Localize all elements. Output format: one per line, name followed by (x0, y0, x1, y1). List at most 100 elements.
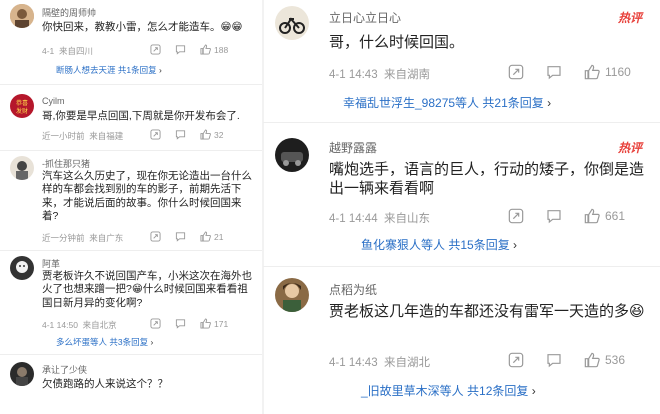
reply-summary[interactable]: 鱼化寨狠人等人 共15条回复 › (361, 236, 517, 253)
comment-item: 点稻为纸 贾老板这几年造的车都还没有雷军一天造的多😆 4-1 14:43 来自湖… (263, 272, 660, 414)
comment-button[interactable] (175, 318, 186, 329)
comment-item: 隔壁的周师帅 你快回来，教教小雷，怎么才能造车。😁😁 4-1 来自四川 188 … (0, 0, 263, 84)
comment-item: 立日心立日心 热评 哥，什么时候回国。 4-1 14:43 来自湖南 1160 … (263, 0, 660, 120)
comment-text: 哥,你要是早点回国,下周就是你开发布会了. (42, 110, 240, 122)
share-icon (508, 352, 524, 368)
thumb-up-icon (200, 231, 211, 242)
comment-icon (175, 130, 186, 140)
comment-icon (175, 45, 186, 55)
comment-item: 恭喜 发财 Cyilm 哥,你要是早点回国,下周就是你开发布会了. 近一小时前 来… (0, 88, 263, 148)
comment-actions: 661 (508, 208, 625, 224)
comment-button[interactable] (175, 231, 186, 242)
hot-comment-badge: 热评 (617, 11, 642, 25)
avatar[interactable] (275, 138, 309, 172)
username[interactable]: 点稻为纸 (329, 281, 377, 298)
share-button[interactable] (508, 208, 524, 224)
reply-summary[interactable]: 断肠人想去天涯 共1条回复 › (56, 64, 162, 76)
comment-button[interactable] (546, 352, 562, 368)
like-count: 1160 (605, 65, 631, 79)
comment-text: 汽车这么久历史了，现在你无论造出一台什么样的车都会找到别的车的影子，前期先活下来… (42, 170, 252, 223)
username[interactable]: 阿革 (42, 257, 60, 270)
like-count: 171 (214, 318, 229, 329)
share-icon (508, 208, 524, 224)
share-icon (150, 129, 161, 140)
share-icon (150, 318, 161, 329)
username[interactable]: -抓住那只猪 (42, 157, 90, 170)
share-button[interactable] (150, 129, 161, 140)
share-icon (508, 64, 524, 80)
share-button[interactable] (150, 231, 161, 242)
comment-actions: 32 (150, 129, 223, 140)
laugh-emoji-icon: 😁😁 (220, 21, 243, 33)
thumb-up-icon (584, 352, 600, 368)
username[interactable]: 立日心立日心 (329, 9, 401, 26)
divider (263, 122, 660, 123)
reply-summary[interactable]: _旧故里草木深等人 共12条回复 › (361, 382, 536, 399)
laugh-emoji-icon: 😆 (629, 303, 645, 320)
reply-summary[interactable]: 幸福乱世浮生_98275等人 共21条回复 › (343, 94, 551, 111)
like-button[interactable]: 1160 (584, 64, 631, 80)
right-comment-panel: 立日心立日心 热评 哥，什么时候回国。 4-1 14:43 来自湖南 1160 … (263, 0, 660, 414)
comment-item: 承让了少侠 欠债跑路的人来说这个？？ (0, 358, 263, 414)
comment-meta: 4-1 14:43 来自湖南 (329, 69, 430, 81)
avatar[interactable] (10, 256, 34, 280)
username[interactable]: 隔壁的周师帅 (42, 6, 96, 19)
share-button[interactable] (150, 318, 161, 329)
comment-item: 阿革 贾老板许久不说回国产车，小米这次在海外也火了也想来蹭一把?😁什么时候回国来… (0, 252, 263, 352)
avatar[interactable] (10, 4, 34, 28)
laugh-emoji-icon: 😁 (131, 283, 143, 296)
like-count: 32 (214, 129, 224, 140)
thumb-up-icon (584, 64, 600, 80)
avatar[interactable] (10, 156, 34, 180)
share-button[interactable] (150, 44, 161, 55)
avatar[interactable]: 恭喜 发财 (10, 94, 34, 118)
comment-actions: 21 (150, 231, 223, 242)
comment-meta: 4-1 来自四川 (42, 46, 94, 56)
comment-button[interactable] (175, 44, 186, 55)
like-button[interactable]: 32 (200, 129, 223, 140)
divider (0, 150, 263, 151)
comment-button[interactable] (546, 64, 562, 80)
reply-summary[interactable]: 多么坏蛋等人 共3条回复 › (56, 336, 153, 348)
avatar[interactable] (275, 6, 309, 40)
share-button[interactable] (508, 352, 524, 368)
share-icon (150, 44, 161, 55)
comment-icon (175, 232, 186, 242)
comment-text: 嘴炮选手，语言的巨人，行动的矮子，你倒是造出一辆来看看啊 (329, 161, 645, 198)
avatar[interactable] (275, 278, 309, 312)
comment-button[interactable] (546, 208, 562, 224)
comment-button[interactable] (175, 129, 186, 140)
share-icon (150, 231, 161, 242)
comment-text: 你快回来，教教小雷，怎么才能造车。😁😁 (42, 21, 243, 33)
comment-actions: 1160 (508, 64, 631, 80)
divider (0, 84, 263, 85)
like-button[interactable]: 661 (584, 208, 625, 224)
username[interactable]: Cyilm (42, 96, 65, 106)
thumb-up-icon (584, 208, 600, 224)
comment-icon (547, 66, 561, 80)
hot-comment-badge: 热评 (617, 141, 642, 155)
comment-meta: 4-1 14:43 来自湖北 (329, 357, 430, 369)
like-count: 21 (214, 231, 224, 242)
comment-text: 贾老板这几年造的车都还没有雷军一天造的多😆 (329, 303, 645, 320)
username[interactable]: 越野露露 (329, 139, 377, 156)
username[interactable]: 承让了少侠 (42, 363, 87, 376)
divider (263, 266, 660, 267)
like-count: 536 (605, 353, 626, 367)
comment-actions: 171 (150, 318, 228, 329)
svg-text:发财: 发财 (16, 107, 28, 115)
comment-text: 贾老板许久不说回国产车，小米这次在海外也火了也想来蹭一把?😁什么时候回国来看看祖… (42, 270, 252, 309)
thumb-up-icon (200, 318, 211, 329)
like-button[interactable]: 171 (200, 318, 228, 329)
comment-text: 哥，什么时候回国。 (329, 34, 465, 51)
comment-meta: 4-1 14:50 来自北京 (42, 320, 117, 330)
like-button[interactable]: 188 (200, 44, 228, 55)
thumb-up-icon (200, 44, 211, 55)
comment-icon (547, 210, 561, 224)
share-button[interactable] (508, 64, 524, 80)
like-count: 661 (605, 209, 626, 223)
like-button[interactable]: 536 (584, 352, 625, 368)
avatar[interactable] (10, 362, 34, 386)
comment-icon (175, 319, 186, 329)
like-button[interactable]: 21 (200, 231, 223, 242)
